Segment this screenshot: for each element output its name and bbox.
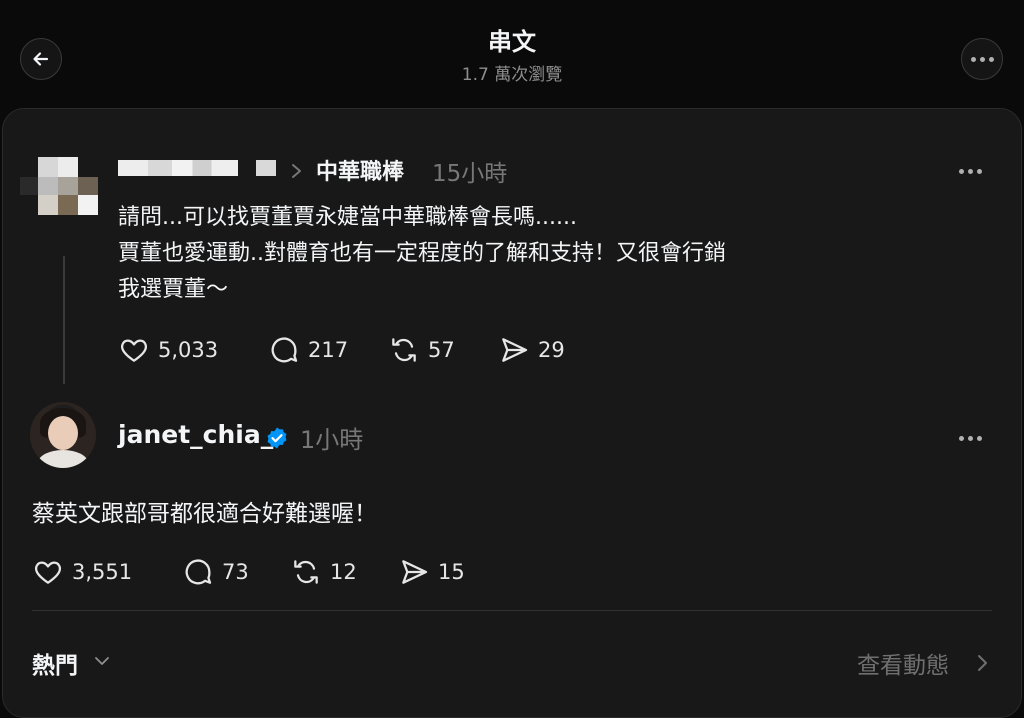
comment-button[interactable]: 217	[268, 334, 388, 366]
pixelated-avatar[interactable]	[20, 157, 98, 215]
like-button[interactable]: 5,033	[118, 334, 268, 366]
like-button[interactable]: 3,551	[32, 556, 182, 588]
comment-icon	[185, 559, 212, 585]
reply-text: 蔡英文跟部哥都很適合好難選喔！	[32, 501, 377, 527]
share-count: 15	[438, 560, 465, 584]
post-line: 請問...可以找賈董賈永婕當中華職棒會長嗎......	[118, 205, 577, 230]
post2-actions: 3,551 73 12 15	[32, 556, 465, 588]
post2-more-icon[interactable]	[959, 436, 982, 441]
share-count: 29	[538, 338, 565, 362]
share-button[interactable]: 15	[398, 556, 465, 588]
like-count: 5,033	[158, 338, 219, 362]
view-count: 1.7 萬次瀏覽	[461, 65, 563, 85]
page-header: 串文 1.7 萬次瀏覽	[0, 26, 1024, 85]
comment-button[interactable]: 73	[182, 556, 290, 588]
username-redacted[interactable]	[118, 160, 238, 176]
send-icon	[502, 338, 528, 362]
username-redacted-tail	[256, 160, 276, 176]
verified-badge-icon	[267, 427, 287, 449]
post-body: 請問...可以找賈董賈永婕當中華職棒會長嗎...... 賈董也愛運動..對體育也…	[118, 200, 726, 308]
post-line: 賈董也愛運動..對體育也有一定程度的了解和支持！又很會行銷	[118, 241, 726, 266]
avatar[interactable]	[30, 402, 96, 468]
like-count: 3,551	[72, 560, 133, 584]
repost-icon	[392, 338, 416, 362]
more-horizontal-icon	[970, 56, 994, 62]
page-title: 串文	[488, 28, 536, 56]
repost-icon	[294, 560, 318, 584]
comment-count: 217	[308, 338, 349, 362]
topic-tag[interactable]: 中華職棒	[316, 154, 404, 186]
post-timestamp: 15小時	[432, 161, 508, 187]
repost-button[interactable]: 12	[290, 556, 398, 588]
view-activity-link[interactable]: 查看動態	[857, 646, 949, 680]
post1-more-icon[interactable]	[959, 169, 982, 174]
comment-count: 73	[222, 560, 249, 584]
share-button[interactable]: 29	[498, 334, 565, 366]
username[interactable]: janet_chia_	[118, 420, 273, 449]
chevron-right-icon	[292, 164, 301, 178]
repost-count: 12	[330, 560, 357, 584]
sort-dropdown[interactable]: 熱門	[32, 646, 78, 680]
send-icon	[402, 560, 428, 584]
heart-icon	[35, 561, 61, 584]
post1-actions: 5,033 217 57 29	[118, 334, 565, 366]
comment-icon	[271, 337, 298, 363]
thread-connector-line	[63, 256, 65, 384]
post-line: 我選賈董～	[118, 277, 229, 302]
heart-icon	[121, 339, 147, 362]
divider	[32, 610, 992, 611]
post-timestamp: 1小時	[300, 426, 364, 454]
chevron-right-icon[interactable]	[975, 652, 989, 674]
header-more-button[interactable]	[961, 38, 1003, 80]
chevron-down-icon[interactable]	[94, 654, 110, 668]
repost-count: 57	[428, 338, 455, 362]
repost-button[interactable]: 57	[388, 334, 498, 366]
